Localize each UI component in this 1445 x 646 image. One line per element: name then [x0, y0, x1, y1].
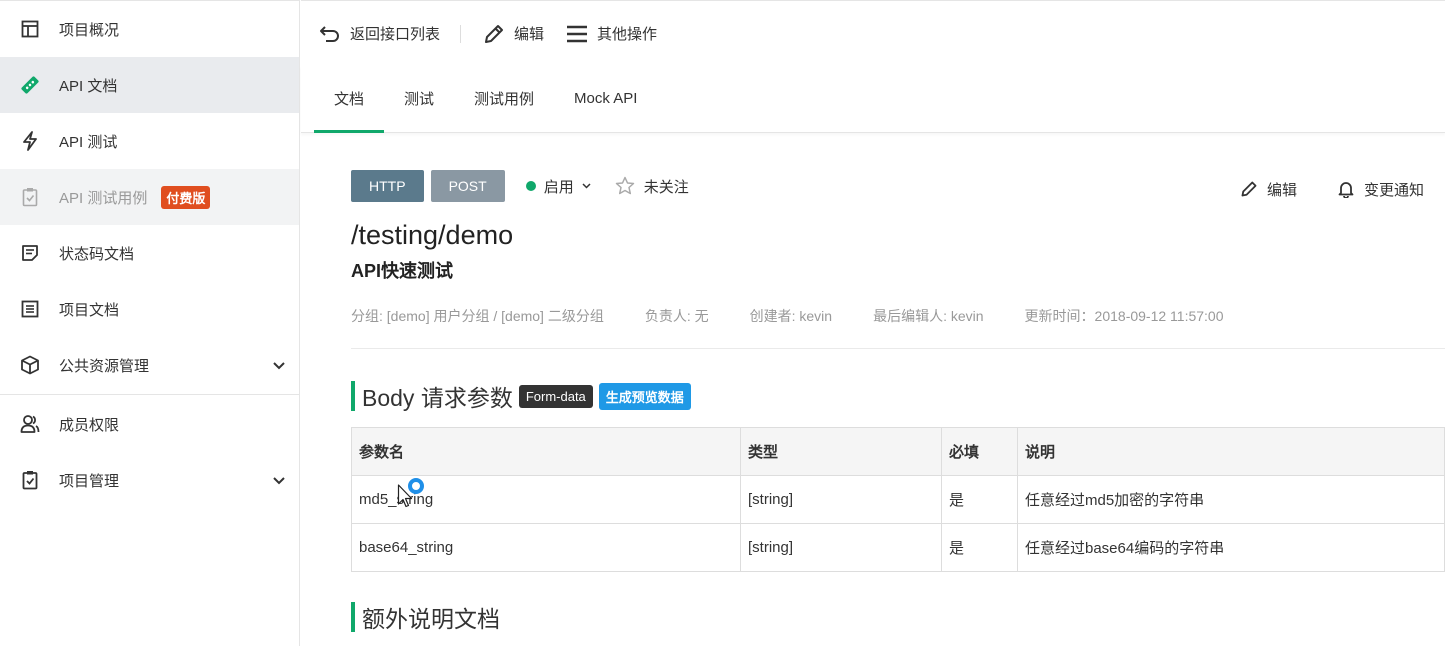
cube-icon: [20, 355, 40, 375]
api-meta-row: HTTP POST 启用 未关注 编辑 变更通知: [351, 170, 1445, 202]
sidebar-item-status-codes[interactable]: 状态码文档: [0, 225, 299, 281]
sidebar-item-project-management[interactable]: 项目管理: [0, 452, 299, 508]
api-edit-label: 编辑: [1267, 181, 1298, 199]
status-dropdown[interactable]: 启用: [525, 176, 591, 197]
toolbar: 返回接口列表 编辑 其他操作: [301, 0, 1445, 66]
api-info-line: 分组: [demo] 用户分组 / [demo] 二级分组 负责人: 无 创建者…: [351, 306, 1445, 326]
sidebar-item-label: API 测试: [59, 133, 118, 151]
generate-preview-button[interactable]: 生成预览数据: [598, 382, 691, 410]
more-label: 其他操作: [597, 26, 658, 43]
api-edit-button[interactable]: 编辑: [1240, 179, 1297, 200]
cursor-busy-icon: [397, 478, 424, 508]
param-description: 任意经过md5加密的字符串: [1017, 475, 1445, 524]
table-row: base64_string [string] 是 任意经过base64编码的字符…: [351, 523, 1445, 572]
sidebar-item-overview[interactable]: 项目概况: [0, 1, 299, 57]
toolbar-divider: [460, 24, 462, 43]
sidebar-item-label: 项目概况: [59, 21, 120, 39]
sidebar-item-label: API 文档: [59, 77, 118, 95]
param-required: 是: [941, 523, 1018, 572]
dashboard-icon: [20, 19, 40, 39]
sidebar-item-api-test[interactable]: API 测试: [0, 113, 299, 169]
sidebar-item-members[interactable]: 成员权限: [0, 396, 299, 452]
body-params-section-title: Body 请求参数 Form-data 生成预览数据: [351, 381, 1445, 411]
param-name: base64_string: [351, 523, 741, 572]
info-last-editor: 最后编辑人: kevin: [873, 308, 984, 324]
change-notify-label: 变更通知: [1364, 181, 1425, 199]
column-header: 说明: [1017, 427, 1445, 476]
status-label: 启用: [543, 178, 574, 196]
param-required: 是: [941, 475, 1018, 524]
back-to-list-button[interactable]: 返回接口列表: [319, 23, 440, 44]
section-heading: Body 请求参数: [362, 385, 513, 411]
api-path: /testing/demo: [351, 220, 514, 250]
sidebar-item-label: 项目管理: [59, 472, 120, 490]
method-tag[interactable]: POST: [430, 170, 505, 202]
param-description: 任意经过base64编码的字符串: [1017, 523, 1445, 572]
table-header-row: 参数名 类型 必填 说明: [351, 427, 1445, 476]
column-header: 参数名: [351, 427, 741, 476]
sidebar-item-label: API 测试用例: [59, 189, 148, 207]
format-tag: Form-data: [518, 384, 593, 408]
api-doc-icon: [20, 75, 40, 95]
sidebar: 项目概况 API 文档 API 测试 API 测试用例 付费版 状态码文档 项目…: [0, 0, 300, 646]
extra-doc-section-title: 额外说明文档: [351, 602, 1445, 632]
change-notify-button[interactable]: 变更通知: [1337, 179, 1424, 200]
document-icon: [20, 299, 40, 319]
sidebar-item-label: 成员权限: [59, 416, 120, 434]
menu-icon: [567, 25, 588, 42]
chevron-down-icon[interactable]: [273, 472, 285, 489]
sidebar-item-label: 状态码文档: [59, 245, 135, 263]
sidebar-item-api-test-cases[interactable]: API 测试用例 付费版: [0, 169, 299, 225]
status-dot: [525, 181, 536, 191]
sidebar-item-label: 公共资源管理: [59, 357, 150, 375]
param-type: [string]: [740, 475, 942, 524]
divider: [351, 348, 1445, 349]
lightning-icon: [20, 131, 40, 151]
note-icon: [20, 243, 40, 263]
back-arrow-icon: [320, 25, 339, 42]
chevron-down-icon: [582, 183, 591, 189]
star-icon: [615, 176, 634, 195]
chevron-down-icon[interactable]: [273, 357, 285, 374]
param-type: [string]: [740, 523, 942, 572]
sidebar-item-label: 项目文档: [59, 301, 120, 319]
bell-icon: [1338, 182, 1354, 198]
info-creator: 创建者: kevin: [749, 308, 833, 324]
info-owner: 负责人: 无: [644, 308, 709, 324]
more-actions-button[interactable]: 其他操作: [566, 23, 657, 44]
tab-bar: 文档 测试 测试用例 Mock API: [301, 66, 1445, 133]
pencil-icon: [1241, 181, 1257, 197]
follow-button[interactable]: 未关注: [615, 176, 689, 197]
sidebar-item-api-doc[interactable]: API 文档: [0, 57, 299, 113]
info-group: 分组: [demo] 用户分组 / [demo] 二级分组: [351, 308, 604, 324]
mouse-cursor: [397, 478, 429, 515]
column-header: 必填: [941, 427, 1018, 476]
edit-button[interactable]: 编辑: [483, 23, 544, 45]
column-header: 类型: [740, 427, 942, 476]
api-name: API快速测试: [351, 261, 454, 281]
section-heading: 额外说明文档: [362, 606, 500, 632]
tab-mock-api[interactable]: Mock API: [554, 65, 657, 132]
clipboard-icon: [20, 470, 40, 490]
sidebar-item-project-docs[interactable]: 项目文档: [0, 281, 299, 337]
edit-label: 编辑: [514, 26, 545, 43]
api-actions: 编辑 变更通知: [1240, 170, 1445, 208]
body-params-table: 参数名 类型 必填 说明 md5_string [string] 是 任意经过m…: [351, 427, 1445, 572]
follow-label: 未关注: [643, 178, 689, 196]
users-icon: [20, 414, 40, 434]
info-updated: 更新时间：2018-09-12 11:57:00: [1024, 308, 1224, 324]
pencil-icon: [485, 24, 504, 43]
tab-test[interactable]: 测试: [384, 65, 454, 132]
paid-badge: 付费版: [161, 185, 211, 209]
api-detail: HTTP POST 启用 未关注 编辑 变更通知 /testing/demo A…: [351, 170, 1445, 632]
protocol-tag[interactable]: HTTP: [351, 170, 424, 202]
table-row: md5_string [string] 是 任意经过md5加密的字符串: [351, 475, 1445, 524]
clipboard-check-icon: [20, 187, 40, 207]
tab-test-cases[interactable]: 测试用例: [454, 65, 554, 132]
sidebar-item-shared-resources[interactable]: 公共资源管理: [0, 337, 299, 393]
tab-docs[interactable]: 文档: [314, 65, 385, 133]
sidebar-divider: [0, 394, 299, 395]
back-label: 返回接口列表: [350, 26, 441, 43]
